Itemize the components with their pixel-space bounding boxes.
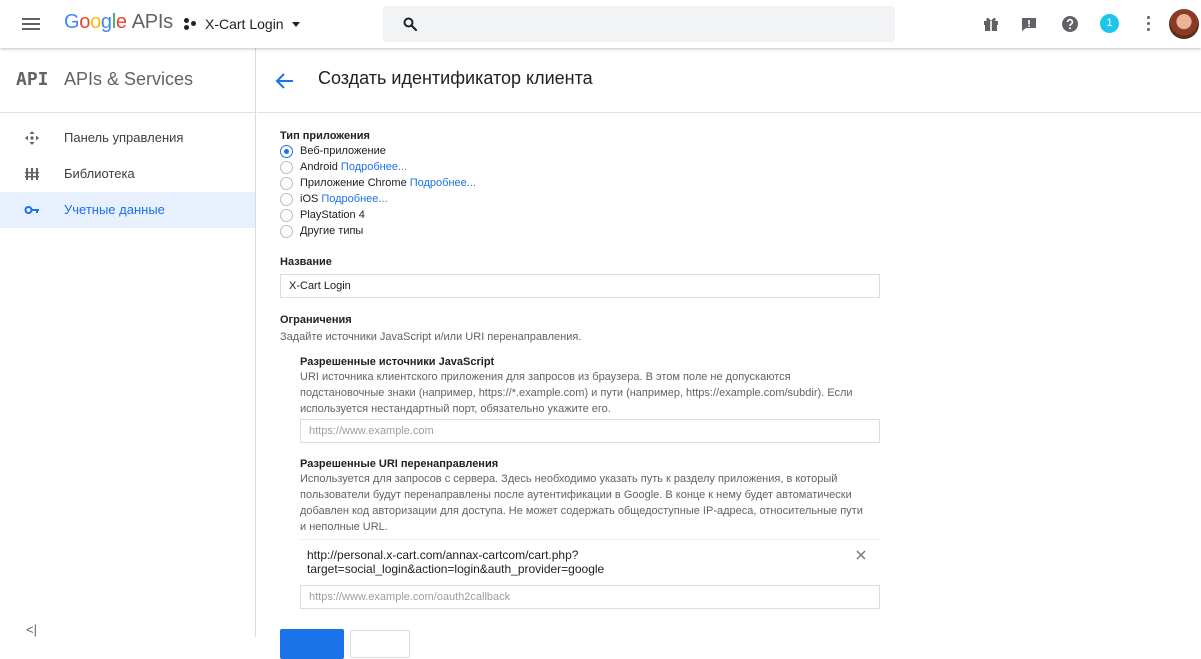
restrictions-hint: Задайте источники JavaScript и/или URI п… [280, 331, 582, 343]
sidebar-item-label: Панель управления [64, 130, 184, 145]
gift-icon[interactable] [981, 14, 1001, 34]
radio-button[interactable] [280, 192, 293, 206]
radio-web-app[interactable]: Веб-приложение [280, 143, 386, 159]
sidebar: API APIs & Services Панель управления Би… [0, 48, 256, 637]
library-icon [25, 168, 39, 180]
dashboard-icon [25, 131, 39, 145]
radio-button[interactable] [280, 224, 293, 238]
radio-label: PlayStation 4 [300, 209, 365, 221]
project-selector[interactable]: X-Cart Login [184, 14, 300, 34]
avatar[interactable] [1169, 9, 1199, 39]
radio-label: Приложение Chrome [300, 177, 407, 189]
top-app-bar: Google APIs X-Cart Login 1 [0, 0, 1201, 48]
radio-button[interactable] [280, 144, 293, 158]
app-type-label: Тип приложения [280, 130, 370, 142]
sidebar-item-credentials[interactable]: Учетные данные [0, 192, 255, 228]
search-bar[interactable] [383, 6, 895, 42]
sidebar-title: APIs & Services [64, 69, 194, 89]
radio-playstation[interactable]: PlayStation 4 [280, 207, 365, 223]
logo-apis: APIs [131, 11, 173, 33]
sidebar-item-label: Учетные данные [64, 202, 165, 217]
page-title: Создать идентификатор клиента [318, 68, 593, 88]
radio-label: iOS [300, 193, 319, 205]
radio-ios[interactable]: iOS Подробнее... [280, 191, 388, 207]
sidebar-header: API APIs & Services [0, 48, 255, 113]
radio-button[interactable] [280, 208, 293, 222]
more-vert-icon[interactable] [1147, 15, 1151, 33]
create-button[interactable] [280, 629, 344, 659]
description-line: подстановочные знаки (например, https://… [300, 387, 853, 399]
help-icon[interactable] [1060, 14, 1080, 34]
chevron-down-icon [291, 21, 300, 27]
description-line: и неполные URL. [300, 521, 388, 533]
sidebar-item-library[interactable]: Библиотека [0, 156, 255, 192]
logo-google: Google [64, 11, 127, 33]
redirect-uri-line: http://personal.x-cart.com/annax-cartcom… [307, 548, 579, 562]
api-logo-icon: API [16, 69, 49, 90]
radio-label: Android [300, 161, 338, 173]
radio-label: Другие типы [300, 225, 364, 237]
description-line: Используется для запросов с сервера. Зде… [300, 473, 838, 485]
learn-more-link[interactable]: Подробнее... [410, 177, 476, 189]
description-line: URI источника клиентского приложения для… [300, 371, 791, 383]
radio-other[interactable]: Другие типы [280, 223, 363, 239]
redirect-uri-value: http://personal.x-cart.com/annax-cartcom… [307, 548, 827, 576]
radio-android[interactable]: Android Подробнее... [280, 159, 407, 175]
project-name: X-Cart Login [205, 16, 284, 32]
name-input[interactable] [280, 274, 880, 298]
key-icon [24, 206, 39, 214]
description-line: пользователи будут перенаправлены после … [300, 489, 852, 501]
js-origins-description: URI источника клиентского приложения для… [300, 369, 890, 417]
project-icon [184, 17, 198, 31]
js-origins-label: Разрешенные источники JavaScript [300, 356, 495, 368]
redirect-uri-entry[interactable]: http://personal.x-cart.com/annax-cartcom… [300, 539, 880, 583]
radio-chrome-app[interactable]: Приложение Chrome Подробнее... [280, 175, 476, 191]
js-origin-input[interactable] [300, 419, 880, 443]
page-header: Создать идентификатор клиента [257, 48, 1201, 113]
cancel-button[interactable] [350, 630, 410, 658]
notifications-icon[interactable]: 1 [1100, 14, 1119, 33]
description-line: добавлен код авторизации для доступа. Не… [300, 505, 863, 517]
radio-button[interactable] [280, 176, 293, 190]
redirect-uri-input[interactable] [300, 585, 880, 609]
radio-button[interactable] [280, 160, 293, 174]
google-apis-logo[interactable]: Google APIs [64, 11, 173, 34]
close-icon[interactable] [855, 549, 867, 561]
back-arrow-icon[interactable] [274, 70, 296, 92]
name-label: Название [280, 256, 332, 268]
learn-more-link[interactable]: Подробнее... [321, 193, 387, 205]
collapse-sidebar-icon[interactable]: <| [26, 622, 37, 637]
feedback-icon[interactable] [1019, 14, 1039, 34]
search-icon [403, 17, 417, 31]
sidebar-item-label: Библиотека [64, 166, 135, 181]
learn-more-link[interactable]: Подробнее... [341, 161, 407, 173]
redirect-uri-line: target=social_login&action=login&auth_pr… [307, 562, 605, 576]
redirect-uris-label: Разрешенные URI перенаправления [300, 458, 499, 470]
redirect-uris-description: Используется для запросов с сервера. Зде… [300, 471, 890, 535]
sidebar-item-dashboard[interactable]: Панель управления [0, 120, 255, 156]
menu-icon[interactable] [20, 13, 44, 35]
main-content: Создать идентификатор клиента Тип прилож… [257, 48, 1201, 659]
radio-label: Веб-приложение [300, 145, 386, 157]
description-line: используется нестандартный порт, обязате… [300, 403, 611, 415]
restrictions-label: Ограничения [280, 314, 352, 326]
